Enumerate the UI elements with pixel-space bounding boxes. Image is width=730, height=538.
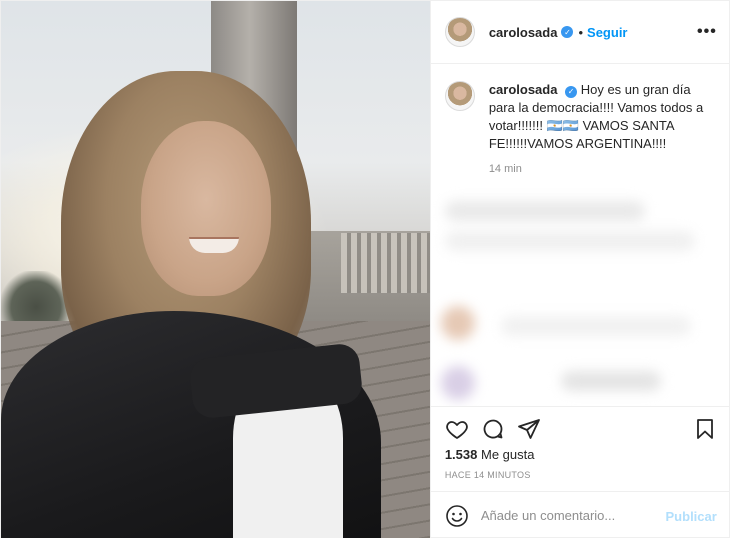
verified-badge-icon: ✓ (561, 26, 574, 38)
blurred-comment (444, 201, 645, 221)
paper-plane-icon[interactable] (517, 417, 541, 441)
verified-badge-icon: ✓ (565, 86, 578, 98)
post-timestamp: HACE 14 MINUTOS (444, 470, 531, 480)
blurred-comment (560, 371, 661, 391)
blurred-avatar (440, 366, 475, 400)
caption: carolosada ✓ Hoy es un gran día para la … (444, 81, 717, 153)
person-face (141, 121, 271, 296)
likes-number: 1.538 (444, 447, 478, 462)
bookmark-icon[interactable] (693, 417, 717, 441)
caption-time: 14 min (488, 163, 522, 175)
avatar[interactable] (444, 17, 475, 47)
comment-form: Publicar (430, 491, 730, 538)
instagram-post: carolosada ✓ • Seguir ••• carolosada ✓ H… (0, 0, 730, 538)
comment-input[interactable] (480, 508, 661, 523)
blurred-comment (500, 316, 691, 336)
caption-username[interactable]: carolosada (489, 82, 558, 97)
blurred-comments (431, 181, 730, 406)
likes-label: Me gusta (480, 447, 535, 462)
post-photo[interactable] (1, 1, 430, 538)
separator-dot: • (578, 24, 584, 40)
follow-button[interactable]: Seguir (587, 25, 627, 40)
heart-icon[interactable] (445, 417, 469, 441)
caption-text: carolosada ✓ Hoy es un gran día para la … (489, 81, 717, 153)
post-side-panel: carolosada ✓ • Seguir ••• carolosada ✓ H… (429, 1, 730, 538)
blurred-comment (444, 231, 695, 251)
smiley-icon[interactable] (445, 504, 469, 528)
caption-avatar[interactable] (444, 81, 475, 111)
comment-bubble-icon[interactable] (481, 417, 505, 441)
post-header: carolosada ✓ • Seguir ••• (430, 1, 730, 64)
header-username[interactable]: carolosada (489, 25, 558, 40)
more-options-icon[interactable]: ••• (697, 23, 717, 41)
colonnade (341, 233, 430, 293)
blurred-avatar (440, 306, 475, 340)
likes-count[interactable]: 1.538 Me gusta (445, 447, 535, 462)
publish-button[interactable]: Publicar (666, 509, 717, 524)
